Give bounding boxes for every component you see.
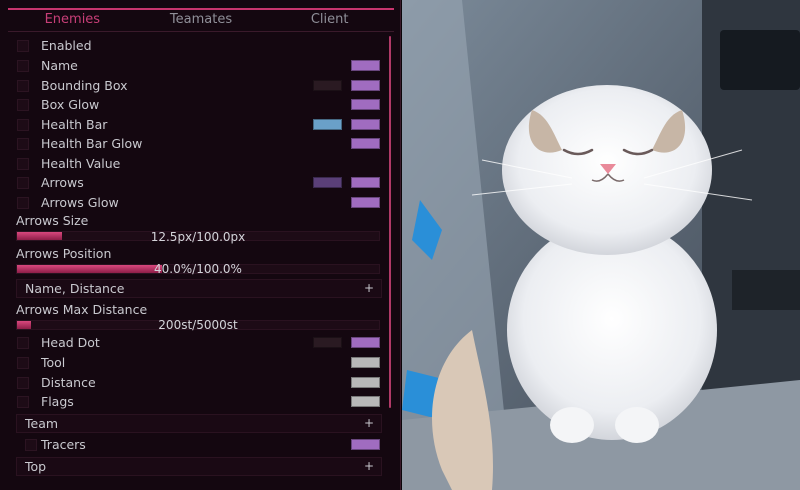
esp-menu-panel: Enemies Teamates Client Enabled Name Bou… (0, 0, 401, 490)
option-bounding-box[interactable]: Bounding Box (8, 77, 382, 95)
arrows-position-value: 40.0%/100.0% (154, 262, 242, 276)
option-box-glow[interactable]: Box Glow (8, 96, 382, 114)
option-flags[interactable]: Flags (8, 393, 382, 411)
option-name[interactable]: Name (8, 57, 382, 75)
name-color-swatch[interactable] (351, 60, 380, 71)
health-bar-glow-label: Health Bar Glow (41, 136, 143, 151)
cat-paw-left (550, 407, 594, 443)
option-enabled[interactable]: Enabled (8, 37, 382, 55)
tab-teamates[interactable]: Teamates (137, 10, 266, 31)
plus-icon: + (363, 281, 374, 295)
distance-label: Distance (41, 375, 96, 390)
arrows-size-value: 12.5px/100.0px (150, 230, 246, 244)
flags-label: Flags (41, 394, 74, 409)
head-dot-secondary-color-swatch[interactable] (313, 337, 342, 348)
distance-color-swatch[interactable] (351, 377, 380, 388)
distance-checkbox[interactable] (17, 377, 29, 389)
tool-checkbox[interactable] (17, 357, 29, 369)
cat-paw-right (615, 407, 659, 443)
option-arrows-glow[interactable]: Arrows Glow (8, 194, 382, 212)
arrows-checkbox[interactable] (17, 177, 29, 189)
enabled-label: Enabled (41, 38, 92, 53)
box-glow-color-swatch[interactable] (351, 99, 380, 110)
tab-client[interactable]: Client (265, 10, 394, 31)
cat-illustration (402, 0, 800, 490)
team-dropdown-text: Team (25, 416, 59, 431)
cat-photo (402, 0, 800, 490)
machine-slot (720, 30, 800, 90)
head-dot-label: Head Dot (41, 335, 100, 350)
menu-scrollbar[interactable] (389, 36, 391, 408)
box-glow-label: Box Glow (41, 97, 100, 112)
name-checkbox[interactable] (17, 60, 29, 72)
head-dot-checkbox[interactable] (17, 337, 29, 349)
health-bar-color-swatch[interactable] (351, 119, 380, 130)
arrows-label: Arrows (41, 175, 84, 190)
head-dot-color-swatch[interactable] (351, 337, 380, 348)
arrows-position-label: Arrows Position (16, 246, 112, 261)
tracers-label: Tracers (41, 437, 86, 452)
plus-icon: + (363, 416, 374, 430)
arrows-max-distance-value: 200st/5000st (158, 318, 238, 332)
tracers-color-swatch[interactable] (351, 439, 380, 450)
health-value-label: Health Value (41, 156, 121, 171)
option-health-value[interactable]: Health Value (8, 155, 382, 173)
arrows-glow-color-swatch[interactable] (351, 197, 380, 208)
health-bar-label: Health Bar (41, 117, 108, 132)
name-distance-dropdown[interactable]: Name, Distance + (16, 279, 382, 298)
option-health-bar[interactable]: Health Bar (8, 116, 382, 134)
health-value-checkbox[interactable] (17, 158, 29, 170)
tool-label: Tool (41, 355, 66, 370)
box-glow-checkbox[interactable] (17, 99, 29, 111)
bounding-box-fill-color-swatch[interactable] (313, 80, 342, 91)
team-dropdown[interactable]: Team + (16, 414, 382, 433)
arrows-size-label: Arrows Size (16, 213, 89, 228)
health-bar-glow-checkbox[interactable] (17, 138, 29, 150)
option-tracers[interactable]: Tracers (8, 436, 382, 454)
flags-checkbox[interactable] (17, 396, 29, 408)
arrows-glow-checkbox[interactable] (17, 197, 29, 209)
health-bar-secondary-color-swatch[interactable] (313, 119, 342, 130)
tab-bar: Enemies Teamates Client (8, 8, 394, 32)
enabled-checkbox[interactable] (17, 40, 29, 52)
arrows-max-distance-label: Arrows Max Distance (16, 302, 148, 317)
plus-icon: + (363, 459, 374, 473)
tab-enemies[interactable]: Enemies (8, 10, 137, 31)
option-head-dot[interactable]: Head Dot (8, 334, 382, 352)
option-arrows[interactable]: Arrows (8, 174, 382, 192)
flags-color-swatch[interactable] (351, 396, 380, 407)
arrows-color-swatch[interactable] (351, 177, 380, 188)
option-distance[interactable]: Distance (8, 374, 382, 392)
health-bar-checkbox[interactable] (17, 119, 29, 131)
arrows-glow-label: Arrows Glow (41, 195, 119, 210)
options-list: Enabled Name Bounding Box Box Glow Healt… (8, 34, 391, 482)
bounding-box-label: Bounding Box (41, 78, 128, 93)
health-bar-glow-color-swatch[interactable] (351, 138, 380, 149)
tracers-checkbox[interactable] (25, 439, 37, 451)
option-health-bar-glow[interactable]: Health Bar Glow (8, 135, 382, 153)
option-tool[interactable]: Tool (8, 354, 382, 372)
top-dropdown-text: Top (25, 459, 47, 474)
top-dropdown[interactable]: Top + (16, 457, 382, 476)
tool-color-swatch[interactable] (351, 357, 380, 368)
name-label: Name (41, 58, 78, 73)
machine-label (732, 270, 800, 310)
name-distance-dropdown-text: Name, Distance (25, 281, 125, 296)
bounding-box-color-swatch[interactable] (351, 80, 380, 91)
arrows-secondary-color-swatch[interactable] (313, 177, 342, 188)
bounding-box-checkbox[interactable] (17, 80, 29, 92)
